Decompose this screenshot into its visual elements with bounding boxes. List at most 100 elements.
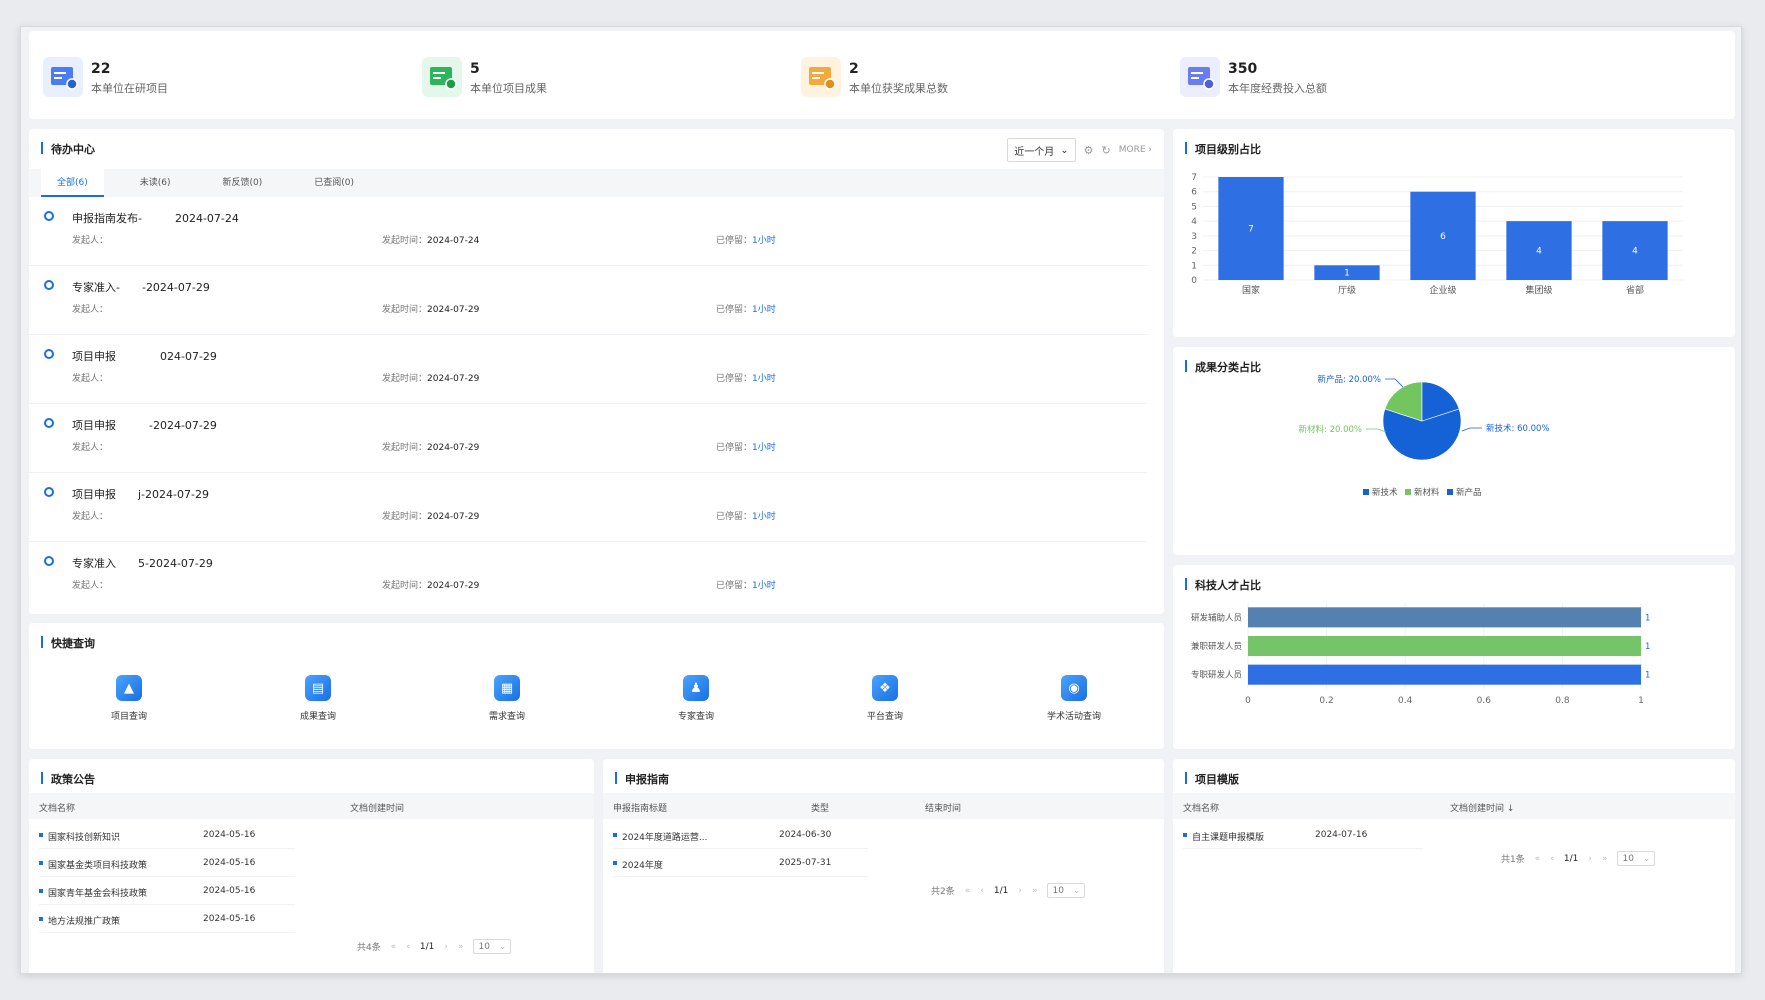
last-page-icon[interactable]: » — [1032, 886, 1038, 896]
page-size-select[interactable]: 10 ⌄ — [473, 939, 512, 954]
award-icon — [801, 57, 841, 97]
bar-value-label: 7 — [1248, 225, 1254, 235]
unread-dot-icon — [44, 556, 54, 566]
col-created-time-sortable[interactable]: 文档创建时间 ↓ — [1450, 801, 1514, 814]
bullet-icon — [1183, 833, 1187, 837]
unread-dot-icon — [44, 487, 54, 497]
todo-item[interactable]: 申报指南发布- 2024-07-24 发起人： 发起时间：2024-07-24 已停留… — [29, 197, 1147, 266]
guide-panel: 申报指南 申报指南标题 类型 结束时间 2024年度道路运营... 2024-06… — [603, 759, 1164, 973]
refresh-icon[interactable]: ↻ — [1102, 144, 1111, 157]
bar[interactable] — [1248, 664, 1641, 685]
bullet-icon — [613, 833, 617, 837]
quick-query-item[interactable]: ▲ 项目查询 — [89, 675, 169, 722]
todo-item-title[interactable]: 专家准入- -2024-07-29 — [72, 279, 210, 295]
dashboard-frame: 22 本单位在研项目 5 本单位项目成果 2 本单位获奖成果总数 350 本年度… — [20, 26, 1742, 974]
first-page-icon[interactable]: « — [1535, 854, 1541, 864]
stat-value: 22 — [91, 61, 111, 77]
gear-icon[interactable]: ⚙ — [1084, 144, 1094, 157]
doc-date: 2024-05-16 — [203, 858, 256, 868]
more-link[interactable]: MORE › — [1119, 145, 1152, 155]
bar-value-label: 4 — [1632, 247, 1638, 257]
todo-item[interactable]: 项目申报 j-2024-07-29 发起人： 发起时间：2024-07-29 已停留：… — [29, 473, 1147, 542]
doc-name-link[interactable]: 2024年度道路运营... — [622, 830, 708, 843]
prev-page-icon[interactable]: ‹ — [1550, 854, 1554, 864]
next-page-icon[interactable]: › — [444, 942, 448, 952]
bullet-icon — [39, 861, 43, 865]
bar[interactable] — [1248, 607, 1641, 628]
tab-new-feedback[interactable]: 新反馈(0) — [207, 169, 279, 197]
chevron-down-icon: ⌄ — [1060, 144, 1069, 156]
todo-item[interactable]: 专家准入 5-2024-07-29 发起人： 发起时间：2024-07-29 已停留：… — [29, 542, 1147, 597]
table-row[interactable]: 自主课题申报模版 2024-07-16 — [1183, 821, 1423, 849]
label-leader-line — [1461, 427, 1482, 432]
funding-icon — [1180, 57, 1220, 97]
quick-query-item[interactable]: ♟ 专家查询 — [656, 675, 736, 722]
doc-name-link[interactable]: 地方法规推广政策 — [48, 914, 120, 927]
demand-search-icon: ▦ — [494, 675, 520, 701]
page-size-select[interactable]: 10 ⌄ — [1047, 883, 1086, 898]
todo-item[interactable]: 专家准入- -2024-07-29 发起人： 发起时间：2024-07-29 已停留：… — [29, 266, 1147, 335]
page-indicator: 1/1 — [419, 941, 435, 952]
todo-item-title[interactable]: 专家准入 5-2024-07-29 — [72, 555, 213, 571]
todo-stay-time: 已停留：1小时 — [716, 443, 776, 453]
stat-label: 本年度经费投入总额 — [1228, 82, 1327, 95]
todo-start-time: 发起时间：2024-07-24 — [382, 236, 480, 246]
quick-query-item[interactable]: ▤ 成果查询 — [278, 675, 358, 722]
label-leader-line — [1385, 378, 1404, 388]
tab-read[interactable]: 已查阅(0) — [298, 169, 370, 197]
table-row[interactable]: 国家基金类项目科技政策 2024-05-16 — [39, 849, 295, 877]
tab-all[interactable]: 全部(6) — [41, 169, 104, 197]
table-row[interactable]: 2024年度道路运营... 2024-06-30 — [613, 821, 868, 849]
table-row[interactable]: 国家科技创新知识 2024-05-16 — [39, 821, 295, 849]
todo-start-time: 发起时间：2024-07-29 — [382, 374, 480, 384]
academic-search-icon: ◉ — [1061, 675, 1087, 701]
stat-value: 2 — [849, 61, 859, 77]
table-row[interactable]: 2024年度 2025-07-31 — [613, 849, 868, 877]
x-tick-label: 0.2 — [1319, 696, 1333, 706]
todo-start-time: 发起时间：2024-07-29 — [382, 512, 480, 522]
todo-list: 申报指南发布- 2024-07-24 发起人： 发起时间：2024-07-24 已停留… — [29, 197, 1147, 597]
prev-page-icon[interactable]: ‹ — [980, 886, 984, 896]
table-row[interactable]: 地方法规推广政策 2024-05-16 — [39, 905, 295, 933]
todo-item-title[interactable]: 项目申报 -2024-07-29 — [72, 417, 217, 433]
bullet-icon — [39, 917, 43, 921]
unread-dot-icon — [44, 418, 54, 428]
y-tick-label: 3 — [1191, 232, 1197, 242]
last-page-icon[interactable]: » — [1602, 854, 1608, 864]
policy-table-header: 文档名称 文档创建时间 — [29, 793, 594, 819]
legend-label[interactable]: 新材料 — [1414, 487, 1440, 498]
prev-page-icon[interactable]: ‹ — [406, 942, 410, 952]
todo-item-title[interactable]: 申报指南发布- 2024-07-24 — [72, 210, 239, 226]
bullet-icon — [613, 861, 617, 865]
quick-query-item[interactable]: ❖ 平台查询 — [845, 675, 925, 722]
quick-query-item[interactable]: ◉ 学术活动查询 — [1034, 675, 1114, 722]
todo-item[interactable]: 项目申报 -2024-07-29 发起人： 发起时间：2024-07-29 已停留：1… — [29, 404, 1147, 473]
stat-label: 本单位获奖成果总数 — [849, 82, 948, 95]
doc-name-link[interactable]: 国家科技创新知识 — [48, 830, 120, 843]
todo-item[interactable]: 项目申报 024-07-29 发起人： 发起时间：2024-07-29 已停留：1小时 — [29, 335, 1147, 404]
first-page-icon[interactable]: « — [391, 942, 397, 952]
col-guide-title: 申报指南标题 — [613, 804, 668, 814]
legend-swatch — [1405, 489, 1411, 495]
doc-name-link[interactable]: 自主课题申报模版 — [1192, 830, 1264, 843]
time-range-select[interactable]: 近一个月 ⌄ — [1007, 138, 1076, 162]
legend-label[interactable]: 新技术 — [1372, 487, 1398, 498]
table-row[interactable]: 国家青年基金会科技政策 2024-05-16 — [39, 877, 295, 905]
x-tick-label: 集团级 — [1525, 284, 1552, 296]
legend-label[interactable]: 新产品 — [1456, 487, 1482, 498]
doc-name-link[interactable]: 国家青年基金会科技政策 — [48, 886, 147, 899]
todo-center-panel: 待办中心 近一个月 ⌄ ⚙ ↻ MORE › 全部(6) 未读(6) 新反馈(0… — [29, 129, 1164, 614]
doc-date: 2024-06-30 — [779, 830, 832, 840]
next-page-icon[interactable]: › — [1018, 886, 1022, 896]
first-page-icon[interactable]: « — [965, 886, 971, 896]
tab-unread[interactable]: 未读(6) — [124, 169, 187, 197]
page-size-select[interactable]: 10 ⌄ — [1617, 851, 1656, 866]
todo-item-title[interactable]: 项目申报 j-2024-07-29 — [72, 486, 209, 502]
doc-name-link[interactable]: 国家基金类项目科技政策 — [48, 858, 147, 871]
doc-name-link[interactable]: 2024年度 — [622, 858, 663, 871]
quick-query-item[interactable]: ▦ 需求查询 — [467, 675, 547, 722]
bar[interactable] — [1248, 635, 1641, 657]
next-page-icon[interactable]: › — [1588, 854, 1592, 864]
last-page-icon[interactable]: » — [458, 942, 464, 952]
todo-item-title[interactable]: 项目申报 024-07-29 — [72, 348, 217, 364]
